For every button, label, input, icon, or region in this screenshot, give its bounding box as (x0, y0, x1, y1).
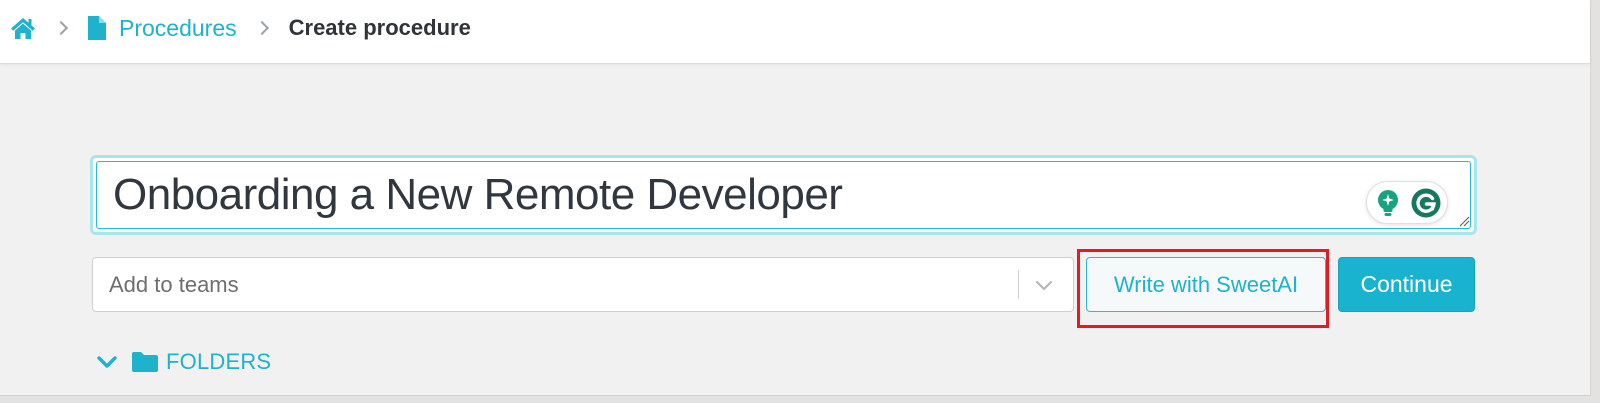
breadcrumb: Procedures Create procedure (10, 14, 471, 42)
breadcrumb-separator-icon (53, 20, 69, 36)
chevron-down-icon[interactable] (96, 354, 118, 370)
document-icon (88, 16, 106, 40)
procedure-title-input[interactable]: Onboarding a New Remote Developer (96, 161, 1471, 229)
select-divider (1018, 270, 1019, 299)
chevron-down-icon[interactable] (1033, 275, 1055, 295)
breadcrumb-current-page: Create procedure (288, 15, 471, 40)
lightbulb-icon[interactable] (1373, 188, 1403, 218)
grammarly-g-icon[interactable] (1411, 188, 1441, 218)
resize-grip-icon[interactable] (1458, 215, 1470, 227)
grammarly-widget[interactable] (1366, 181, 1448, 224)
continue-button[interactable]: Continue (1338, 257, 1475, 312)
breadcrumb-separator-icon (254, 20, 269, 36)
write-with-sweetai-button[interactable]: Write with SweetAI (1086, 257, 1326, 312)
folders-label: FOLDERS (166, 349, 272, 374)
add-to-teams-select[interactable]: Add to teams (92, 257, 1074, 312)
breadcrumb-procedures-link[interactable]: Procedures (119, 15, 237, 42)
procedure-title-field: Onboarding a New Remote Developer (90, 155, 1477, 235)
home-icon[interactable] (10, 16, 36, 40)
teams-select-placeholder: Add to teams (109, 272, 239, 297)
header-bar: Procedures Create procedure (0, 0, 1590, 64)
folder-icon (132, 352, 158, 372)
folders-toggle[interactable]: FOLDERS (96, 348, 271, 376)
app-window: Procedures Create procedure Onboarding a… (0, 0, 1591, 396)
